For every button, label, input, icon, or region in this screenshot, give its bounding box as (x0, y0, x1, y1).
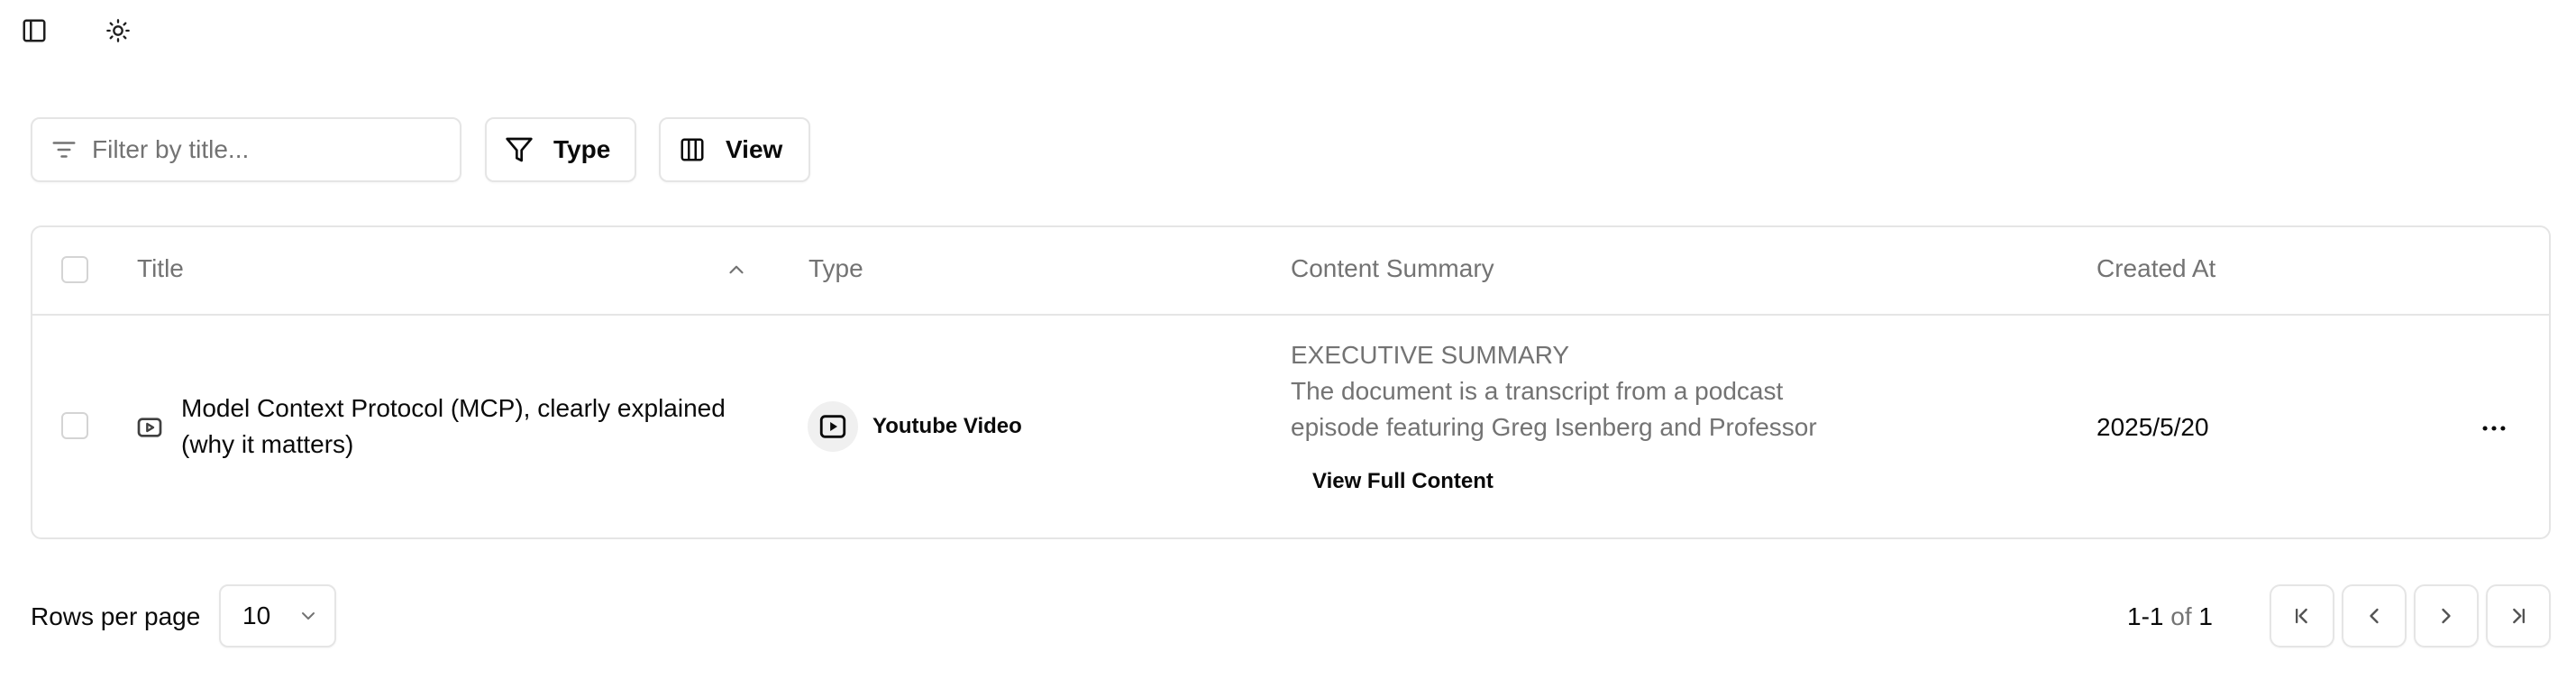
chevron-left-icon (2361, 603, 2387, 629)
content-table: Title Type Content Summary Created At Mo… (31, 225, 2551, 539)
rows-per-page-value: 10 (242, 602, 271, 629)
row-type-label: Youtube Video (872, 414, 1022, 438)
first-page-button[interactable] (2270, 584, 2334, 647)
last-page-button[interactable] (2486, 584, 2551, 647)
row-type-badge (808, 401, 858, 452)
summary-line-2: episode featuring Greg Isenberg and Prof… (1291, 413, 1817, 441)
chevron-up-icon[interactable] (725, 258, 748, 281)
page-range: 1-1 (2127, 602, 2164, 630)
column-header-created-at[interactable]: Created At (2096, 254, 2215, 283)
rows-per-page-label: Rows per page (31, 602, 201, 630)
column-header-title[interactable]: Title (137, 254, 184, 283)
chevron-down-icon (297, 605, 319, 627)
youtube-icon (135, 413, 164, 442)
sun-icon (105, 18, 131, 43)
panel-left-icon (21, 17, 48, 44)
next-page-button[interactable] (2414, 584, 2479, 647)
ellipsis-icon[interactable] (2475, 409, 2513, 447)
table-header: Title Type Content Summary Created At (32, 227, 2549, 316)
summary-line-1: The document is a transcript from a podc… (1291, 377, 1784, 405)
type-filter-label: Type (553, 135, 611, 163)
chevrons-first-icon (2289, 603, 2315, 629)
youtube-icon (818, 411, 848, 442)
page-total: 1 (2198, 602, 2213, 630)
view-options-button[interactable]: View (659, 117, 810, 182)
row-title-line-1[interactable]: Model Context Protocol (MCP), clearly ex… (181, 394, 726, 423)
funnel-icon (505, 135, 534, 164)
view-options-label: View (726, 135, 783, 163)
columns-icon (679, 136, 706, 163)
row-created-at: 2025/5/20 (2096, 413, 2209, 441)
column-header-type[interactable]: Type (808, 254, 863, 283)
summary-heading: EXECUTIVE SUMMARY (1291, 341, 1570, 369)
row-title-line-2[interactable]: (why it matters) (181, 430, 353, 459)
previous-page-button[interactable] (2342, 584, 2407, 647)
column-header-content-summary[interactable]: Content Summary (1291, 254, 1494, 283)
chevron-right-icon (2434, 603, 2459, 629)
chevrons-last-icon (2506, 603, 2531, 629)
type-filter-button[interactable]: Type (485, 117, 636, 182)
filter-lines-icon (50, 136, 78, 163)
toggle-sidebar-button[interactable] (12, 13, 57, 49)
page-of-label: of (2170, 602, 2192, 630)
row-select-checkbox[interactable] (61, 412, 88, 439)
filter-by-title-field[interactable] (31, 117, 461, 182)
select-all-checkbox[interactable] (61, 256, 88, 283)
page-count: 1-1 of 1 (2127, 602, 2213, 631)
filter-input[interactable] (90, 134, 436, 165)
rows-per-page-select[interactable]: 10 (219, 584, 336, 647)
toggle-theme-button[interactable] (96, 13, 141, 49)
view-full-content-button[interactable]: View Full Content (1303, 464, 1503, 500)
